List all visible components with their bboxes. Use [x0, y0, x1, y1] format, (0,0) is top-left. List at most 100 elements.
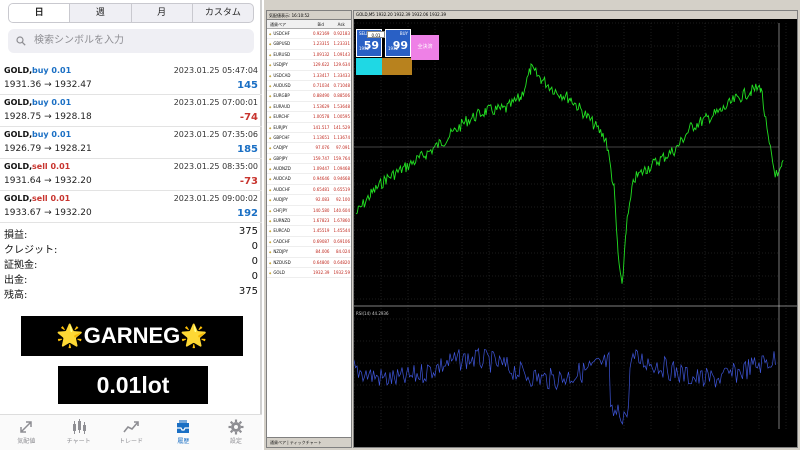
- market-watch-sym: AUDJPY: [267, 195, 310, 204]
- mobile-history-panel: 日 週 月 カスタム 検索シンボルを入力 GOLD, buy 0.01 2023…: [0, 0, 262, 450]
- market-watch-bid: 141.517: [312, 124, 330, 130]
- market-watch-ask: 1.23331: [333, 41, 350, 47]
- market-watch-row[interactable]: GBPJPY159.747159.764: [267, 154, 351, 165]
- trade-row[interactable]: GOLD, sell 0.01 2023.01.25 08:35:00 1931…: [0, 159, 262, 191]
- market-watch-row[interactable]: USDCHF0.921690.92183: [267, 29, 351, 40]
- nav-label: トレード: [119, 438, 144, 445]
- market-watch-bid: 1.33417: [312, 72, 330, 78]
- market-watch-ask: 1932.59: [333, 269, 350, 275]
- col-ask[interactable]: Ask: [331, 20, 351, 28]
- market-watch-row[interactable]: GBPUSD1.233151.23331: [267, 39, 351, 50]
- trade-symbol: GOLD,: [4, 162, 33, 171]
- search-icon: [16, 36, 26, 46]
- market-watch-row[interactable]: NZDUSD0.648000.64820: [267, 258, 351, 268]
- star-icon: 🌟: [56, 323, 84, 348]
- market-watch-sym: CHFJPY: [267, 206, 310, 215]
- trade-row[interactable]: GOLD, buy 0.01 2023.01.25 07:00:01 1928.…: [0, 95, 262, 127]
- market-watch-title: 気配値表示: 16:10:52: [267, 11, 351, 20]
- nav-chart[interactable]: チャート: [52, 415, 104, 450]
- trade-time: 2023.01.25 09:00:02: [173, 194, 258, 203]
- market-watch-row[interactable]: EURCHF1.005781.00595: [267, 112, 351, 123]
- market-watch-bid: 1.23315: [312, 41, 330, 47]
- market-watch-tabs[interactable]: 通貨ペア | ティックチャート: [267, 437, 351, 447]
- market-watch-ask: 129.634: [333, 62, 350, 68]
- market-watch-sym: EURGBP: [267, 91, 310, 100]
- market-watch-ask: 1.67860: [333, 218, 350, 224]
- price-chart-window[interactable]: GOLD,M5 1932.20 1932.39 1932.06 1932.39 …: [353, 10, 798, 448]
- market-watch-row[interactable]: CHFJPY140.580140.604: [267, 206, 351, 217]
- market-watch-row[interactable]: AUDJPY 92.083 92.100: [267, 195, 351, 206]
- summary-value: 0: [251, 256, 258, 267]
- trade-side: sell 0.01: [32, 162, 71, 171]
- market-watch-ask: 0.65519: [333, 186, 350, 192]
- nav-settings[interactable]: 設定: [210, 415, 262, 450]
- market-watch-row[interactable]: EURJPY141.517141.529: [267, 123, 351, 133]
- price-chart[interactable]: RSI(14) 44.2936: [354, 19, 797, 447]
- close-all-button[interactable]: 全決済: [411, 35, 439, 60]
- summary-label: 証拠金:: [4, 260, 38, 271]
- market-watch-bid: 140.580: [312, 207, 330, 213]
- market-watch-sym: EURNZD: [267, 216, 310, 225]
- market-watch-ask: 84.024: [336, 249, 350, 255]
- market-watch-row[interactable]: AUDNZD1.094471.09468: [267, 164, 351, 175]
- tab-month[interactable]: 月: [132, 4, 193, 22]
- buy-price-big: 99: [392, 39, 408, 52]
- market-watch-row[interactable]: CADJPY 97.076 97.091: [267, 143, 351, 154]
- market-watch-bid: 0.92169: [312, 31, 330, 36]
- summary-value: 0: [251, 271, 258, 282]
- trade-prices: 1926.79 → 1928.21: [4, 144, 92, 154]
- market-watch-ask: 141.529: [333, 124, 350, 130]
- market-watch-sym: GBPCHF: [267, 133, 310, 142]
- tab-week[interactable]: 週: [70, 4, 132, 22]
- market-watch-row[interactable]: EURGBP0.884900.88506: [267, 91, 351, 102]
- market-watch-sym: AUDCHF: [267, 185, 310, 194]
- buy-button[interactable]: BUY 1932 99: [385, 29, 411, 57]
- market-watch-ask: 1.09468: [333, 166, 350, 172]
- nav-quotes[interactable]: 気配値: [0, 415, 52, 450]
- nav-label: チャート: [66, 438, 91, 445]
- market-watch-row[interactable]: NZDJPY 84.006 84.024: [267, 247, 351, 258]
- col-symbol[interactable]: 通貨ペア: [267, 20, 310, 28]
- market-watch-row[interactable]: EURUSD1.091321.09143: [267, 50, 351, 61]
- market-watch-row[interactable]: EURNZD1.678231.67860: [267, 216, 351, 227]
- trade-row[interactable]: GOLD, sell 0.01 2023.01.25 09:00:02 1933…: [0, 191, 262, 223]
- market-watch-ask: 0.94668: [333, 176, 350, 182]
- market-watch-row[interactable]: AUDCHF0.654810.65519: [267, 185, 351, 196]
- market-watch-row[interactable]: GBPCHF1.136511.13674: [267, 133, 351, 144]
- lot-input[interactable]: 0.01: [367, 31, 385, 38]
- market-watch-bid: 1932.39: [312, 269, 330, 275]
- market-watch-sym: AUDCAD: [267, 174, 310, 183]
- search-input[interactable]: 検索シンボルを入力: [8, 29, 254, 53]
- nav-history[interactable]: 履歴: [157, 415, 209, 450]
- market-watch-row[interactable]: CADCHF0.690870.69106: [267, 237, 351, 248]
- tab-custom[interactable]: カスタム: [193, 4, 253, 22]
- market-watch-row[interactable]: AUDCAD0.946460.94668: [267, 174, 351, 185]
- market-watch-ask: 1.00595: [333, 114, 350, 120]
- ea-name-banner: 🌟GARNEG🌟: [21, 316, 243, 356]
- trade-row[interactable]: GOLD, buy 0.01 2023.01.25 05:47:04 1931.…: [0, 63, 262, 95]
- lot-size-banner: 0.01lot: [58, 366, 208, 404]
- market-watch-ask: 1.45544: [333, 228, 350, 234]
- summary-label: 損益:: [4, 230, 28, 241]
- trade-prices: 1931.36 → 1932.47: [4, 80, 92, 90]
- market-watch-sym: EURCAD: [267, 226, 310, 235]
- summary-balance-row: 残高: 375: [4, 286, 258, 301]
- col-bid[interactable]: Bid: [310, 20, 331, 28]
- market-watch-header: 通貨ペア Bid Ask: [267, 20, 351, 29]
- market-watch-row[interactable]: EURCAD1.455191.45544: [267, 226, 351, 237]
- market-watch-ask: 92.100: [336, 197, 350, 203]
- market-watch-bid: 0.65481: [312, 186, 330, 192]
- search-placeholder: 検索シンボルを入力: [34, 35, 124, 46]
- market-watch-sym: GBPJPY: [267, 154, 310, 163]
- market-watch-row[interactable]: GOLD1932.391932.59: [267, 268, 351, 279]
- market-watch-row[interactable]: AUDUSD0.710340.71048: [267, 81, 351, 92]
- market-watch-ask: 140.604: [333, 207, 350, 213]
- market-watch-row[interactable]: USDJPY129.622129.634: [267, 60, 351, 71]
- trade-row[interactable]: GOLD, buy 0.01 2023.01.25 07:35:06 1926.…: [0, 127, 262, 159]
- market-watch-sym: EURCHF: [267, 112, 310, 121]
- tab-day[interactable]: 日: [9, 4, 71, 22]
- market-watch-row[interactable]: USDCAD1.334171.33433: [267, 71, 351, 81]
- market-watch-bid: 0.64800: [312, 259, 330, 265]
- market-watch-row[interactable]: EURAUD1.536291.53648: [267, 102, 351, 113]
- nav-trade[interactable]: トレード: [105, 415, 157, 450]
